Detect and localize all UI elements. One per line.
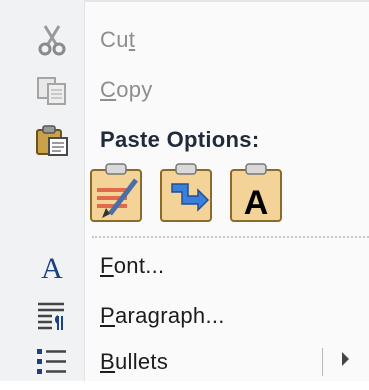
menu-item-label: Font...	[100, 253, 165, 278]
paste-merge-formatting-button[interactable]	[158, 162, 214, 224]
paste-keep-formatting-icon	[88, 162, 144, 224]
paste-keep-text-only-button[interactable]: A	[228, 162, 284, 224]
menu-item-label: Bullets	[100, 349, 169, 374]
menu-item-label: Cut	[100, 27, 136, 52]
paste-options-row: A	[0, 162, 369, 232]
svg-text:A: A	[41, 252, 63, 284]
paste-options-label: Paste Options:	[100, 127, 260, 152]
context-menu: Cut Copy Paste Options: A A Font... Para…	[0, 0, 369, 381]
bullets-icon	[34, 344, 70, 380]
svg-text:A: A	[244, 184, 269, 222]
menu-item-bullets[interactable]: Bullets	[0, 334, 369, 390]
menu-item-label: Copy	[100, 77, 153, 102]
scissors-icon	[34, 22, 70, 58]
paste-text-only-icon: A	[228, 162, 284, 224]
menu-item-label: Paragraph...	[100, 303, 225, 328]
paste-options-heading: Paste Options:	[0, 112, 369, 168]
menu-item-copy[interactable]: Copy	[0, 62, 369, 118]
menu-item-font[interactable]: A Font...	[0, 238, 369, 294]
paste-keep-source-formatting-button[interactable]	[88, 162, 144, 224]
clipboard-icon	[34, 122, 70, 158]
font-icon: A	[34, 248, 70, 285]
submenu-arrow-icon[interactable]	[342, 352, 349, 366]
submenu-split-separator	[322, 348, 323, 376]
paste-merge-formatting-icon	[158, 162, 214, 224]
copy-icon	[34, 72, 70, 108]
paragraph-icon	[34, 298, 70, 334]
menu-item-cut[interactable]: Cut	[0, 12, 369, 68]
